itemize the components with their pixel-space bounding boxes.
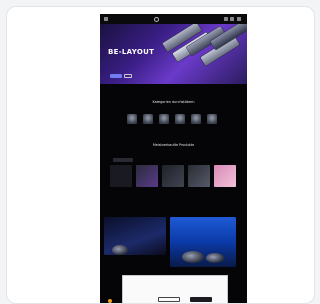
menu-icon[interactable] bbox=[104, 17, 108, 21]
account-icon[interactable] bbox=[230, 17, 234, 21]
preview-card: BE-LAYOUT Kategorien durchstöbern Meistv… bbox=[6, 6, 315, 304]
mouse-image bbox=[182, 251, 204, 263]
chat-icon[interactable] bbox=[108, 299, 112, 303]
product-card[interactable] bbox=[136, 165, 158, 205]
category-image bbox=[127, 114, 137, 124]
product-image bbox=[214, 165, 236, 187]
cookie-text bbox=[126, 283, 224, 289]
product-card[interactable] bbox=[110, 165, 132, 205]
logo-icon[interactable] bbox=[154, 16, 159, 22]
promo-banner-left[interactable] bbox=[104, 217, 166, 255]
product-tabs bbox=[113, 158, 234, 163]
category-item[interactable] bbox=[174, 114, 186, 128]
search-icon[interactable] bbox=[224, 17, 228, 21]
product-card[interactable] bbox=[188, 165, 210, 205]
hero-banner[interactable]: BE-LAYOUT bbox=[100, 24, 247, 84]
hero-title: BE-LAYOUT bbox=[108, 48, 155, 56]
bestsellers-title: Meistverkaufte Produkte bbox=[152, 143, 195, 147]
category-image bbox=[175, 114, 185, 124]
promo-banner-right[interactable] bbox=[170, 217, 236, 267]
product-card[interactable] bbox=[214, 165, 236, 205]
category-image bbox=[207, 114, 217, 124]
cookie-banner bbox=[122, 275, 228, 303]
category-item[interactable] bbox=[190, 114, 202, 128]
tab-2[interactable] bbox=[137, 158, 157, 162]
tab-4[interactable] bbox=[185, 158, 205, 162]
product-image bbox=[162, 165, 184, 187]
reject-button[interactable] bbox=[158, 297, 180, 302]
tab-5[interactable] bbox=[209, 158, 229, 162]
mouse-image bbox=[206, 253, 224, 263]
product-image bbox=[136, 165, 158, 187]
category-item[interactable] bbox=[206, 114, 218, 128]
category-item[interactable] bbox=[126, 114, 138, 128]
hero-secondary-button[interactable] bbox=[124, 74, 132, 78]
category-image bbox=[191, 114, 201, 124]
category-image bbox=[159, 114, 169, 124]
product-image bbox=[188, 165, 210, 187]
category-item[interactable] bbox=[142, 114, 154, 128]
website-screenshot: BE-LAYOUT Kategorien durchstöbern Meistv… bbox=[100, 14, 247, 303]
category-image bbox=[143, 114, 153, 124]
tab-1[interactable] bbox=[113, 158, 133, 162]
product-image bbox=[110, 165, 132, 187]
categories-title: Kategorien durchstöbern bbox=[152, 100, 195, 104]
cart-icon[interactable] bbox=[237, 17, 241, 21]
category-item[interactable] bbox=[158, 114, 170, 128]
hero-primary-button[interactable] bbox=[110, 74, 122, 78]
mouse-image bbox=[112, 245, 128, 255]
product-card[interactable] bbox=[162, 165, 184, 205]
tab-3[interactable] bbox=[161, 158, 181, 162]
accept-button[interactable] bbox=[190, 297, 212, 302]
